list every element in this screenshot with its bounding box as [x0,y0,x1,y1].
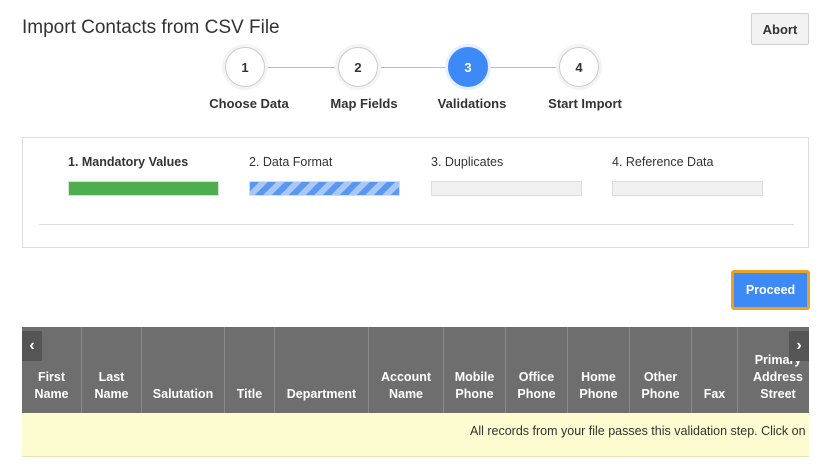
column-header-office-phone[interactable]: Office Phone [506,327,568,413]
duplicates-progress-bar [431,181,582,196]
column-header-fax[interactable]: Fax [692,327,738,413]
proceed-button[interactable]: Proceed [734,273,807,307]
step-3-circle[interactable]: 3 [448,47,488,87]
step-2-label: Map Fields [330,96,398,111]
divider [39,224,794,225]
step-1-label: Choose Data [209,96,289,111]
mandatory-progress-bar [68,181,219,196]
validation-panel: 1. Mandatory Values 2. Data Format 3. Du… [22,137,809,248]
step-connector [265,67,343,68]
abort-button[interactable]: Abort [751,13,809,45]
validation-message-row: All records from your file passes this v… [22,413,809,457]
validation-format-label: 2. Data Format [249,155,333,169]
validation-mandatory-label: 1. Mandatory Values [68,155,189,169]
records-grid-header: First Name Last Name Salutation Title Depa… [22,327,809,413]
validation-duplicates-label: 3. Duplicates [431,155,504,169]
step-4-circle[interactable]: 4 [559,47,599,87]
step-3-label: Validations [437,96,507,111]
scroll-left-arrow-icon[interactable]: ‹ [22,331,42,361]
step-2-circle[interactable]: 2 [338,47,378,87]
column-header-last-name[interactable]: Last Name [82,327,142,413]
validation-reference-label: 4. Reference Data [612,155,714,169]
step-connector [378,67,450,68]
step-1-circle[interactable]: 1 [225,47,265,87]
column-header-home-phone[interactable]: Home Phone [568,327,630,413]
column-header-other-phone[interactable]: Other Phone [630,327,692,413]
column-header-account-name[interactable]: Account Name [369,327,444,413]
format-progress-bar [249,181,400,196]
reference-progress-bar [612,181,763,196]
column-header-department[interactable]: Department [275,327,369,413]
column-header-mobile-phone[interactable]: Mobile Phone [444,327,506,413]
validation-message: All records from your file passes this v… [470,424,809,438]
page-title: Import Contacts from CSV File [22,17,280,38]
progress-fill [69,182,218,195]
column-header-title[interactable]: Title [225,327,275,413]
progress-fill [250,182,399,195]
step-4-label: Start Import [548,96,622,111]
scroll-right-arrow-icon[interactable]: › [789,331,809,361]
proceed-focus-ring: Proceed [731,270,810,310]
column-header-salutation[interactable]: Salutation [142,327,225,413]
step-connector [486,67,562,68]
